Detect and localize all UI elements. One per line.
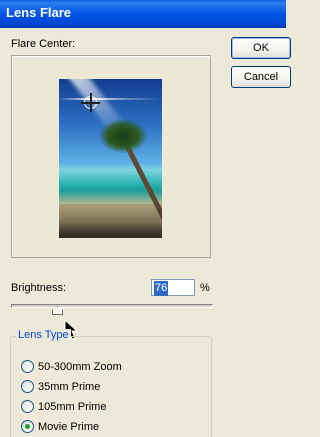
flare-center-label: Flare Center: xyxy=(11,38,76,50)
flare-center-crosshair-icon[interactable] xyxy=(81,93,100,112)
percent-label: % xyxy=(200,282,210,294)
beach-shadow xyxy=(59,204,162,238)
radio-label: 35mm Prime xyxy=(38,380,101,393)
brightness-slider-track[interactable] xyxy=(11,304,213,308)
radio-50-300mm-zoom[interactable]: 50-300mm Zoom xyxy=(21,360,122,373)
radio-label: 105mm Prime xyxy=(38,400,107,413)
preview-image[interactable] xyxy=(59,79,162,238)
brightness-input[interactable]: 76 xyxy=(151,279,195,296)
radio-icon[interactable] xyxy=(21,360,34,373)
window-title: Lens Flare xyxy=(0,0,286,28)
radio-35mm-prime[interactable]: 35mm Prime xyxy=(21,380,100,393)
radio-movie-prime[interactable]: Movie Prime xyxy=(21,420,99,433)
palm-leaves xyxy=(99,119,147,153)
brightness-value: 76 xyxy=(154,281,169,296)
radio-label: Movie Prime xyxy=(38,420,100,433)
ok-button[interactable]: OK xyxy=(231,37,291,59)
radio-icon[interactable] xyxy=(21,400,34,413)
radio-105mm-prime[interactable]: 105mm Prime xyxy=(21,400,106,413)
radio-selected-icon[interactable] xyxy=(21,420,34,433)
radio-icon[interactable] xyxy=(21,380,34,393)
flare-streak xyxy=(59,98,162,100)
brightness-label: Brightness: xyxy=(11,282,67,294)
radio-label: 50-300mm Zoom xyxy=(38,360,122,373)
cancel-button[interactable]: Cancel xyxy=(231,66,291,88)
lens-type-legend: Lens Type xyxy=(16,329,71,341)
